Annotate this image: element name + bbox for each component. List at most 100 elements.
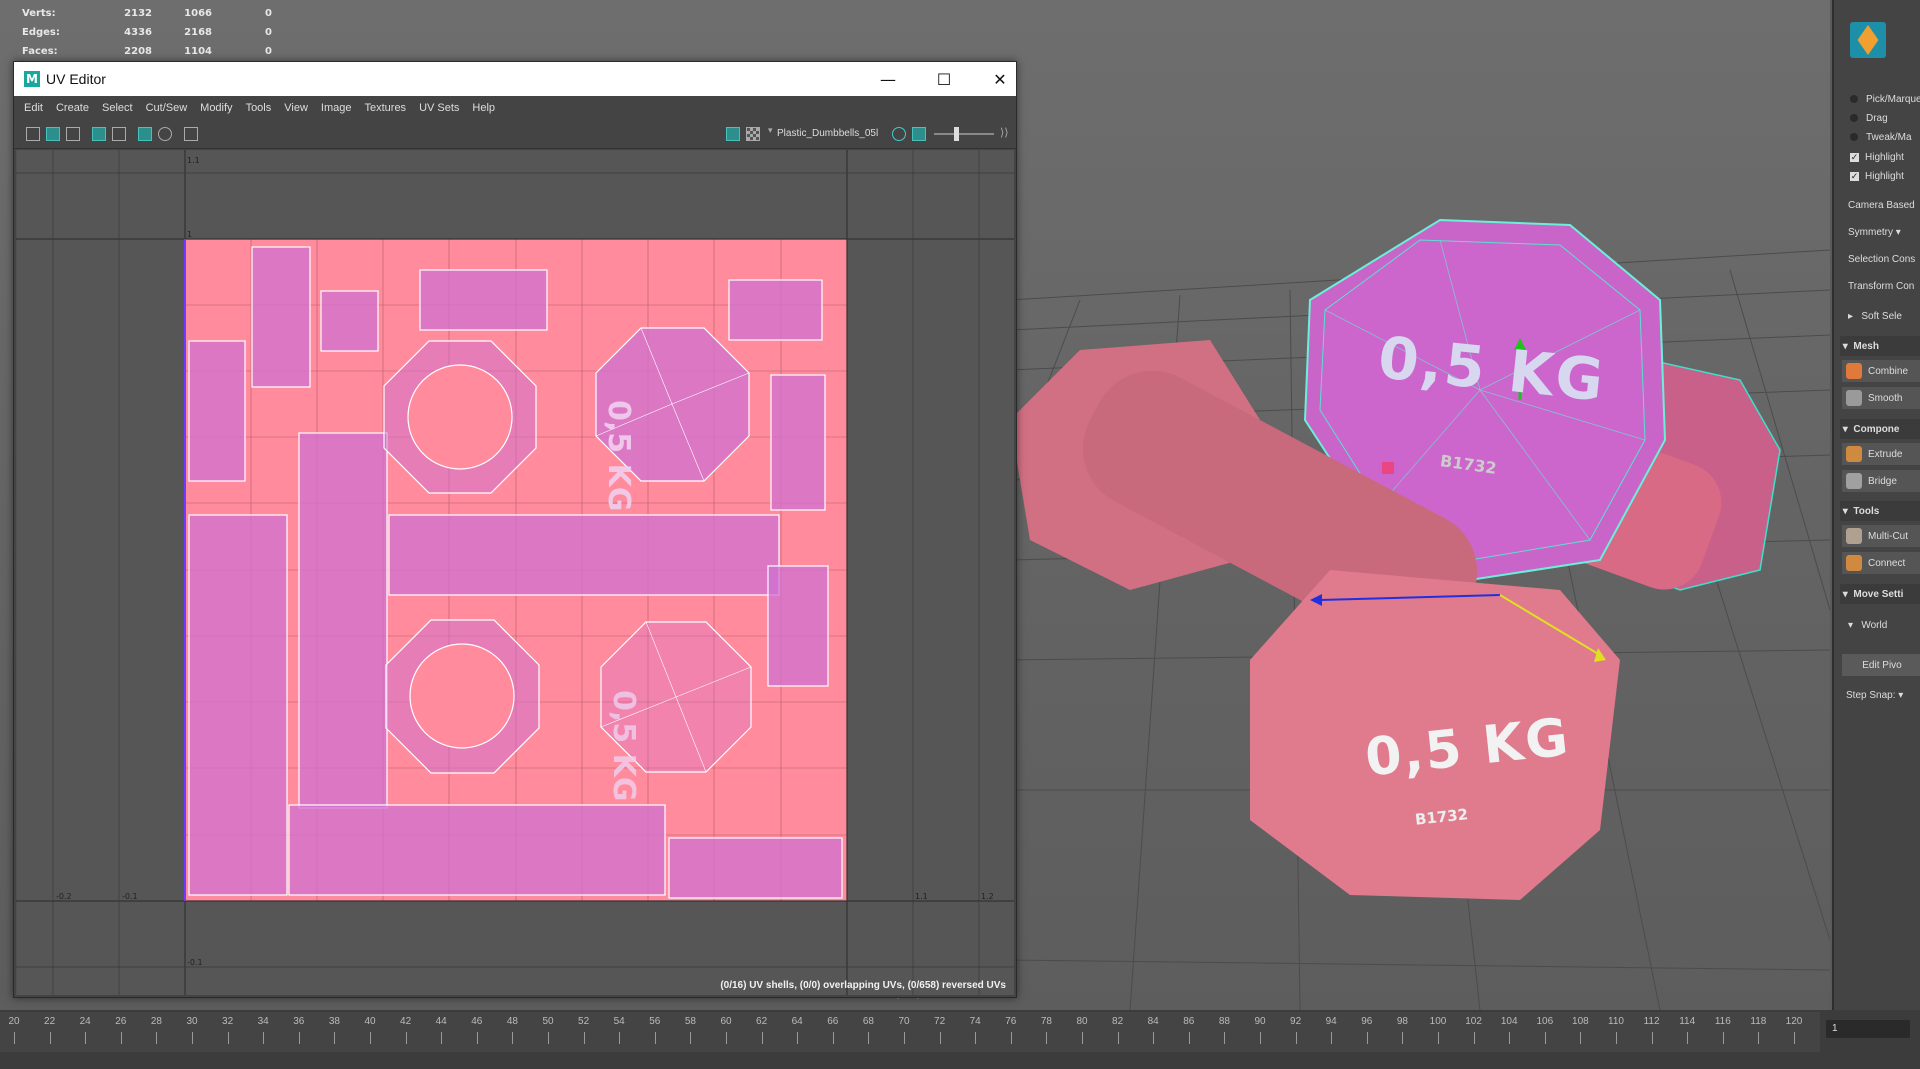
uv-axis-label-p12: 1.2 bbox=[981, 892, 994, 901]
shaded-uv-icon[interactable] bbox=[46, 127, 60, 141]
uv-axis-label-top: 1.1 bbox=[187, 156, 200, 165]
timeline-tick bbox=[1331, 1032, 1333, 1044]
menu-cut-sew[interactable]: Cut/Sew bbox=[146, 102, 197, 114]
menu-select[interactable]: Select bbox=[102, 102, 142, 114]
menu-tools[interactable]: Tools bbox=[246, 102, 281, 114]
timeline-tick-label: 68 bbox=[862, 1016, 874, 1027]
pixel-snap-icon[interactable] bbox=[158, 127, 172, 141]
timeline-tick bbox=[227, 1032, 229, 1044]
snapshot-icon[interactable] bbox=[184, 127, 198, 141]
timeline-tick bbox=[14, 1032, 15, 1044]
uv-editor-titlebar[interactable]: M UV Editor — ☐ ✕ bbox=[14, 62, 1016, 96]
timeline-tick-label: 20 bbox=[8, 1016, 20, 1027]
image-display-icon[interactable] bbox=[726, 127, 740, 141]
timeline-tick bbox=[1616, 1032, 1617, 1044]
image-range-icon[interactable] bbox=[112, 127, 126, 141]
timeline-tick-label: 64 bbox=[791, 1016, 803, 1027]
menu-textures[interactable]: Textures bbox=[364, 102, 415, 114]
world-dropdown[interactable]: ▾ World bbox=[1848, 620, 1887, 631]
timeline-tick-label: 76 bbox=[1005, 1016, 1017, 1027]
combine-button[interactable]: Combine bbox=[1842, 360, 1920, 382]
time-slider[interactable]: 20 22 24 26 28 30 32 34 36 38 40 42 44 46 48 50 52 54 56 58… bbox=[0, 1010, 1920, 1069]
soft-select-toggle[interactable]: ▸ Soft Sele bbox=[1848, 311, 1902, 322]
exposure-slider[interactable] bbox=[934, 133, 994, 135]
timeline-tick bbox=[370, 1032, 371, 1044]
exposure-slider-handle[interactable] bbox=[954, 127, 959, 141]
extrude-button[interactable]: Extrude bbox=[1842, 443, 1920, 465]
uv-weight-label-1: 0,5 KG bbox=[601, 400, 636, 512]
checker-icon[interactable] bbox=[746, 127, 760, 141]
menu-create[interactable]: Create bbox=[56, 102, 98, 114]
timeline-tick-label: 90 bbox=[1254, 1016, 1266, 1027]
connect-button[interactable]: Connect bbox=[1842, 552, 1920, 574]
stat-faces: Faces: 2208 1104 0 bbox=[22, 46, 272, 57]
timeline-tick-label: 96 bbox=[1361, 1016, 1373, 1027]
radio-tweak[interactable]: Tweak/Ma bbox=[1850, 132, 1912, 143]
globe-icon[interactable] bbox=[892, 127, 906, 141]
timeline-tick-label: 26 bbox=[115, 1016, 127, 1027]
timeline-tick bbox=[1295, 1032, 1297, 1044]
smooth-button[interactable]: Smooth bbox=[1842, 387, 1920, 409]
timeline-tick-label: 112 bbox=[1643, 1016, 1660, 1027]
menu-view[interactable]: View bbox=[284, 102, 317, 114]
section-components[interactable]: ▾ Compone bbox=[1840, 419, 1920, 439]
menu-edit[interactable]: Edit bbox=[24, 102, 52, 114]
menu-help[interactable]: Help bbox=[472, 102, 504, 114]
selection-constraint-label[interactable]: Selection Cons bbox=[1848, 254, 1915, 265]
radio-pick-marquee[interactable]: Pick/Marquee bbox=[1850, 94, 1920, 105]
combine-icon bbox=[1846, 363, 1862, 379]
section-tools[interactable]: ▾ Tools bbox=[1840, 501, 1920, 521]
timeline-tick-label: 36 bbox=[293, 1016, 305, 1027]
uv-menubar: Edit Create Select Cut/Sew Modify Tools … bbox=[14, 96, 1016, 120]
check-highlight-1[interactable]: ✓ Highlight bbox=[1850, 152, 1904, 163]
menu-modify[interactable]: Modify bbox=[200, 102, 241, 114]
texture-selector[interactable]: Plastic_Dumbbells_05l bbox=[777, 128, 878, 139]
transform-constraint-label[interactable]: Transform Con bbox=[1848, 281, 1914, 292]
menu-image[interactable]: Image bbox=[321, 102, 361, 114]
uv-editor-window[interactable]: M UV Editor — ☐ ✕ Edit Create Select Cut… bbox=[13, 61, 1017, 998]
section-move-settings[interactable]: ▾ Move Setti bbox=[1840, 584, 1920, 604]
timeline-tick-label: 102 bbox=[1465, 1016, 1482, 1027]
time-ruler[interactable]: 20 22 24 26 28 30 32 34 36 38 40 42 44 46 48 50 52 54 56 58… bbox=[0, 1012, 1820, 1052]
symmetry-dropdown[interactable]: Symmetry ▾ bbox=[1848, 227, 1901, 238]
timeline-tick-label: 82 bbox=[1112, 1016, 1124, 1027]
timeline-tick-label: 38 bbox=[328, 1016, 340, 1027]
timeline-tick bbox=[1366, 1032, 1368, 1044]
dropdown-arrow-icon[interactable]: ▾ bbox=[768, 126, 773, 136]
maximize-button[interactable]: ☐ bbox=[916, 62, 972, 96]
minimize-button[interactable]: — bbox=[860, 62, 916, 96]
uv-canvas[interactable]: 0,5 KG 0,5 KG 1.1 1 -0.2 -0.1 1.1 1.2 -0… bbox=[16, 150, 1014, 995]
timeline-tick-label: 56 bbox=[649, 1016, 661, 1027]
section-mesh[interactable]: ▾ Mesh bbox=[1840, 336, 1920, 356]
timeline-tick-label: 32 bbox=[222, 1016, 234, 1027]
current-frame-field[interactable]: 1 bbox=[1826, 1020, 1910, 1038]
uv-axis-label-one: 1 bbox=[187, 230, 193, 239]
bridge-button[interactable]: Bridge bbox=[1842, 470, 1920, 492]
multi-cut-icon bbox=[1846, 528, 1862, 544]
timeline-tick bbox=[1580, 1032, 1582, 1044]
distortion-icon[interactable] bbox=[66, 127, 80, 141]
expand-toolbar-icon[interactable]: ⟩⟩ bbox=[1000, 126, 1009, 139]
menu-uv-sets[interactable]: UV Sets bbox=[419, 102, 468, 114]
texture-borders-icon[interactable] bbox=[92, 127, 106, 141]
timeline-tick-label: 118 bbox=[1750, 1016, 1767, 1027]
camera-based-label[interactable]: Camera Based bbox=[1848, 200, 1915, 211]
edit-pivot-button[interactable]: Edit Pivo bbox=[1842, 654, 1920, 676]
timeline-tick bbox=[654, 1032, 656, 1044]
timeline-tick bbox=[512, 1032, 514, 1044]
exposure-icon[interactable] bbox=[912, 127, 926, 141]
timeline-tick-label: 98 bbox=[1396, 1016, 1408, 1027]
display-grid-icon[interactable] bbox=[138, 127, 152, 141]
timeline-tick bbox=[548, 1032, 549, 1044]
timeline-tick bbox=[1260, 1032, 1261, 1044]
grid-toggle-icon[interactable] bbox=[26, 127, 40, 141]
multi-cut-button[interactable]: Multi-Cut bbox=[1842, 525, 1920, 547]
check-highlight-2[interactable]: ✓ Highlight bbox=[1850, 171, 1904, 182]
object-mode-cube-icon[interactable] bbox=[1850, 22, 1886, 58]
step-snap-dropdown[interactable]: Step Snap: ▾ bbox=[1846, 690, 1903, 701]
timeline-tick-label: 108 bbox=[1572, 1016, 1589, 1027]
close-button[interactable]: ✕ bbox=[972, 62, 1028, 96]
radio-drag[interactable]: Drag bbox=[1850, 113, 1888, 124]
window-title: UV Editor bbox=[46, 71, 106, 87]
timeline-tick-label: 60 bbox=[720, 1016, 732, 1027]
